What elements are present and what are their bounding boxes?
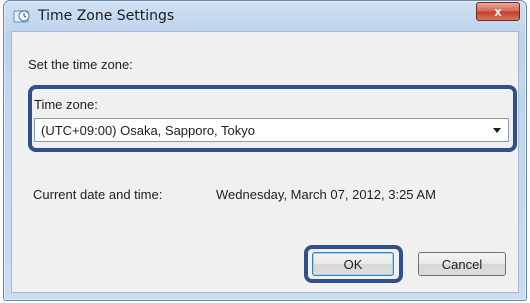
window-title: Time Zone Settings [38, 8, 175, 24]
set-time-zone-heading: Set the time zone: [28, 57, 133, 72]
current-date-time-label: Current date and time: [33, 187, 163, 202]
close-icon: x [494, 4, 502, 19]
ok-button-highlight [304, 245, 403, 283]
close-button[interactable]: x [476, 2, 520, 21]
cancel-button[interactable]: Cancel [418, 252, 506, 276]
cancel-button-label: Cancel [441, 256, 483, 272]
clock-globe-icon [13, 10, 30, 23]
dialog-body: Set the time zone: Time zone: (UTC+09:00… [11, 31, 519, 293]
title-bar[interactable]: Time Zone Settings x [4, 1, 526, 29]
current-date-time-value: Wednesday, March 07, 2012, 3:25 AM [216, 187, 436, 202]
time-zone-settings-window: Time Zone Settings x Set the time zone: … [3, 0, 527, 301]
time-zone-highlight [28, 85, 517, 152]
